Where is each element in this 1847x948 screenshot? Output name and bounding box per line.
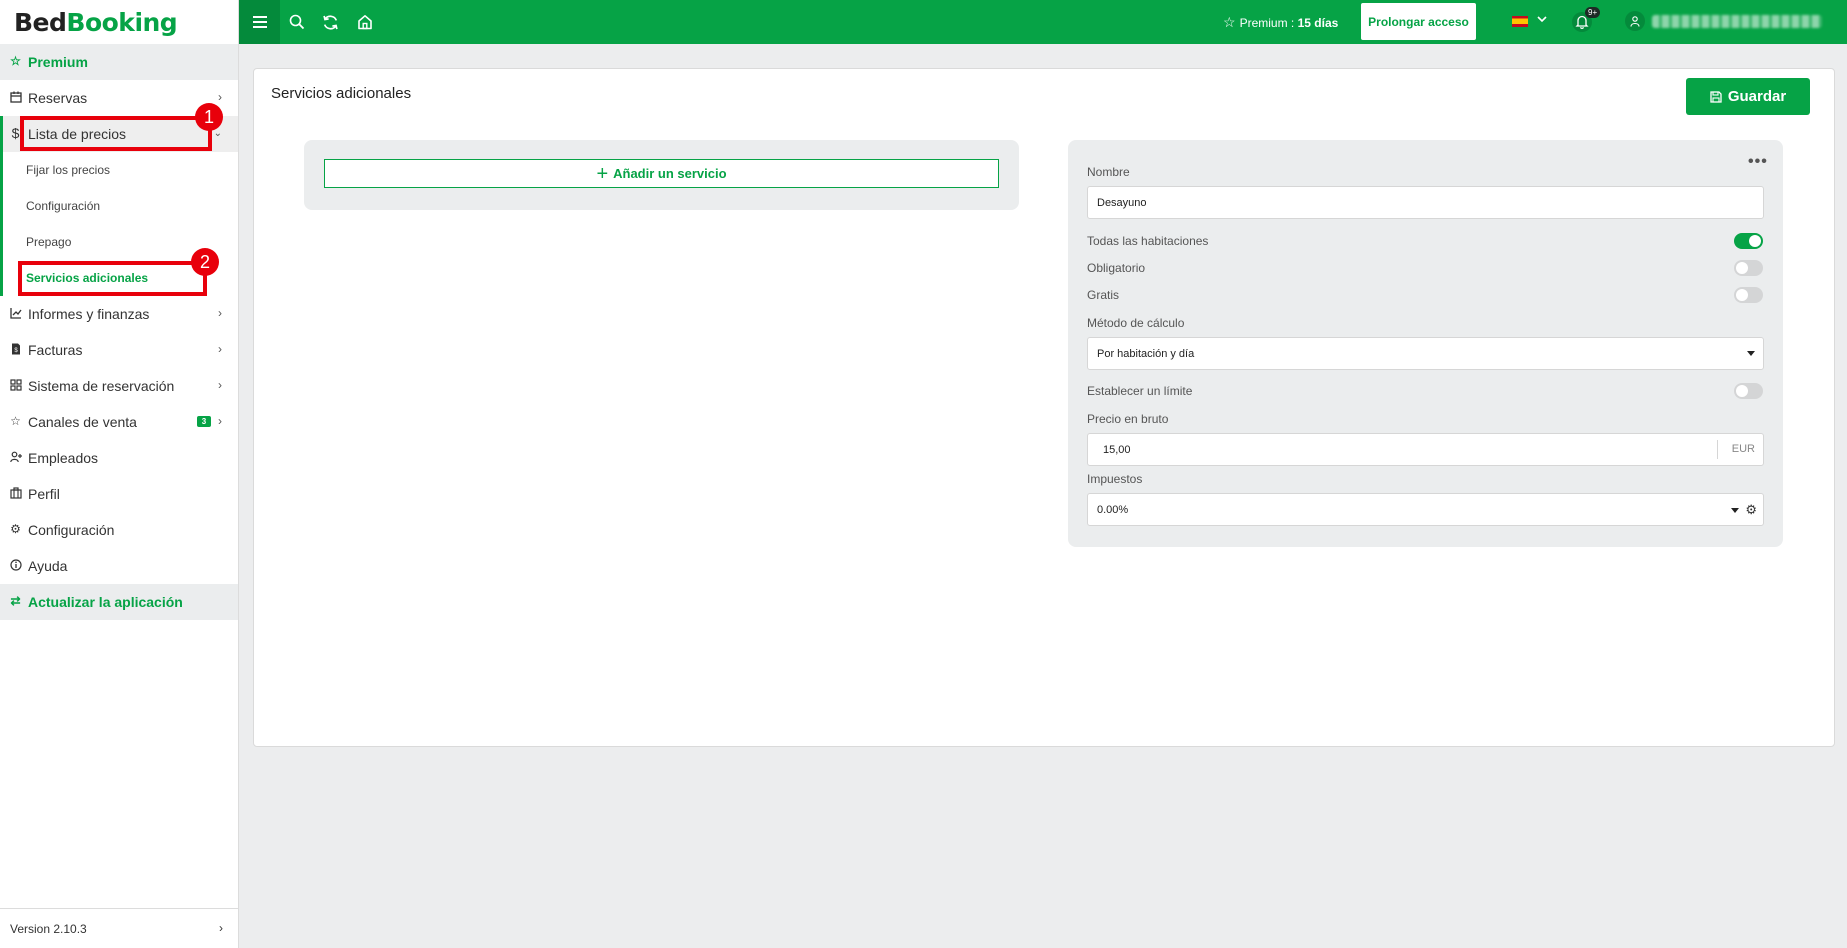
name-label: Nombre — [1087, 165, 1130, 179]
sidebar-item-informes[interactable]: Informes y finanzas › — [0, 296, 238, 332]
name-field[interactable]: Desayuno — [1087, 186, 1764, 219]
calc-method-select[interactable]: Por habitación y día — [1087, 337, 1764, 370]
annotation-box-2 — [18, 261, 207, 296]
calendar-icon — [9, 91, 22, 104]
spain-flag-icon[interactable] — [1512, 16, 1528, 27]
submenu-item-fijar-precios[interactable]: Fijar los precios — [0, 152, 238, 188]
sidebar-item-label: Ayuda — [28, 558, 68, 574]
caret-down-icon[interactable] — [1731, 508, 1739, 513]
free-toggle[interactable] — [1734, 287, 1763, 303]
sidebar-item-perfil[interactable]: Perfil — [0, 476, 238, 512]
more-options-icon[interactable]: ••• — [1748, 153, 1768, 171]
invoice-icon: $ — [9, 343, 22, 356]
service-detail-panel: ••• Nombre Desayuno Todas las habitacion… — [1068, 140, 1783, 547]
all-rooms-label: Todas las habitaciones — [1087, 234, 1209, 248]
sidebar-item-label: Configuración — [28, 522, 115, 538]
sidebar-item-label: Actualizar la aplicación — [28, 594, 183, 610]
annotation-number-2: 2 — [191, 248, 219, 276]
refresh-icon: ⇄ — [10, 594, 21, 608]
sidebar-item-label: Sistema de reservación — [28, 378, 175, 394]
sidebar-item-actualizar[interactable]: ⇄ Actualizar la aplicación — [0, 584, 238, 620]
page-title: Servicios adicionales — [271, 85, 412, 102]
chevron-down-icon[interactable] — [1536, 13, 1548, 28]
sidebar-item-empleados[interactable]: Empleados — [0, 440, 238, 476]
sidebar-item-sistema-reservacion[interactable]: Sistema de reservación › — [0, 368, 238, 404]
count-badge: 3 — [197, 416, 211, 427]
save-button[interactable]: Guardar — [1686, 78, 1810, 115]
chevron-right-icon: › — [218, 414, 222, 428]
free-label: Gratis — [1087, 288, 1120, 302]
gross-price-label: Precio en bruto — [1087, 412, 1169, 426]
version-footer[interactable]: Version 2.10.3 › — [0, 908, 239, 948]
sidebar-item-premium[interactable]: ☆ Premium — [0, 44, 238, 80]
top-bar: ☆ Premium : 15 días Prolongar acceso 9+ — [239, 0, 1847, 44]
limit-label: Establecer un límite — [1087, 384, 1193, 398]
sync-icon[interactable] — [320, 12, 340, 32]
sidebar-item-label: Canales de venta — [28, 414, 137, 430]
plus-icon: + — [596, 162, 609, 185]
mandatory-toggle[interactable] — [1734, 260, 1763, 276]
caret-down-icon — [1747, 351, 1755, 356]
sidebar-item-label: Reservas — [28, 90, 88, 106]
user-avatar-icon[interactable] — [1625, 11, 1645, 31]
menu-icon — [252, 21, 267, 23]
annotation-box-1 — [20, 116, 212, 151]
info-icon — [9, 559, 22, 572]
sidebar-item-label: Facturas — [28, 342, 83, 358]
chevron-right-icon: › — [218, 342, 222, 356]
building-icon — [9, 487, 22, 500]
submenu-item-configuracion[interactable]: Configuración — [0, 188, 238, 224]
app-logo[interactable]: Bed Booking — [0, 0, 238, 44]
gross-price-field[interactable]: 15,00 EUR — [1087, 433, 1764, 466]
sidebar-item-facturas[interactable]: $ Facturas › — [0, 332, 238, 368]
services-card: Servicios adicionales Guardar + Añadir u… — [253, 68, 1835, 747]
calc-method-label: Método de cálculo — [1087, 316, 1185, 330]
star-icon: ☆ — [10, 54, 21, 68]
gear-icon[interactable]: ⚙ — [1745, 502, 1757, 517]
user-plus-icon — [9, 451, 22, 464]
mandatory-label: Obligatorio — [1087, 261, 1146, 275]
tax-select[interactable]: 0.00% ⚙ — [1087, 493, 1764, 526]
currency-unit: EUR — [1716, 440, 1763, 459]
chart-icon — [9, 307, 22, 320]
chevron-right-icon: › — [219, 921, 223, 935]
chevron-right-icon: › — [218, 90, 222, 104]
sidebar-item-label: Empleados — [28, 450, 99, 466]
sidebar: Bed Booking ☆ Premium Reservas › $ Lista … — [0, 0, 239, 948]
add-service-button[interactable]: + Añadir un servicio — [324, 159, 999, 188]
grid-icon — [9, 379, 22, 392]
sidebar-item-ayuda[interactable]: Ayuda — [0, 548, 238, 584]
version-label: Version 2.10.3 — [10, 921, 87, 936]
hamburger-menu-button[interactable] — [239, 0, 280, 44]
sidebar-item-label: Premium — [28, 54, 88, 70]
sidebar-item-configuracion[interactable]: ⚙ Configuración — [0, 512, 238, 548]
sidebar-item-canales-venta[interactable]: ☆ Canales de venta 3 › — [0, 404, 238, 440]
annotation-number-1: 1 — [195, 103, 223, 131]
notification-badge: 9+ — [1585, 7, 1601, 18]
star-icon: ☆ — [1223, 14, 1236, 30]
sidebar-item-label: Informes y finanzas — [28, 306, 150, 322]
user-name-blurred[interactable] — [1652, 15, 1822, 28]
all-rooms-toggle[interactable] — [1734, 233, 1763, 249]
extend-access-button[interactable]: Prolongar acceso — [1361, 3, 1476, 40]
save-icon — [1710, 90, 1722, 103]
chevron-right-icon: › — [218, 378, 222, 392]
gear-icon: ⚙ — [10, 522, 21, 536]
services-list-panel: + Añadir un servicio — [304, 140, 1019, 210]
limit-toggle[interactable] — [1734, 383, 1763, 399]
star-icon: ☆ — [10, 414, 21, 428]
chevron-right-icon: › — [218, 306, 222, 320]
sidebar-item-label: Perfil — [28, 486, 60, 502]
home-icon[interactable] — [355, 12, 375, 32]
tax-label: Impuestos — [1087, 472, 1143, 486]
premium-status: ☆ Premium : 15 días — [1223, 14, 1339, 30]
search-icon[interactable] — [287, 12, 307, 32]
premium-days: 15 días — [1297, 16, 1339, 30]
